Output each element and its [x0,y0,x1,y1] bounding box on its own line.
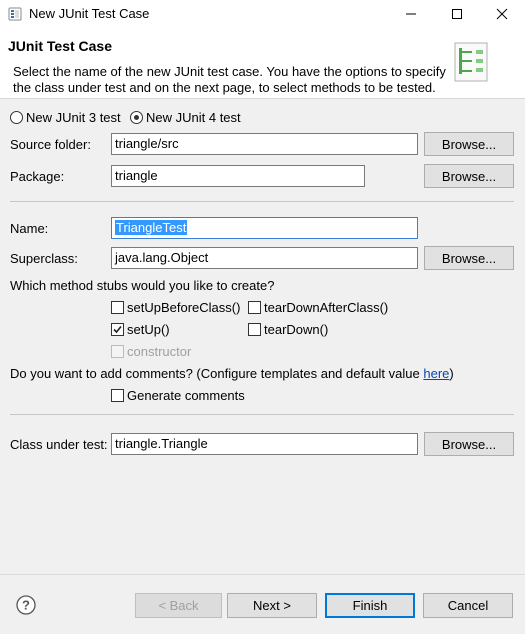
constructor-label: constructor [127,344,192,359]
name-input-selected-text: TriangleTest [115,220,188,235]
teardown-checkbox[interactable] [248,323,261,336]
class-under-test-browse-button[interactable]: Browse... [424,432,514,456]
setupbeforeclass-checkbox[interactable] [111,301,124,314]
close-window-button[interactable] [479,0,525,28]
next-button[interactable]: Next > [227,593,317,618]
comments-question: Do you want to add comments? (Configure … [10,366,454,381]
teardownafterclass-label: tearDownAfterClass() [264,300,389,315]
method-stubs-question: Which method stubs would you like to cre… [10,278,275,293]
name-label: Name: [10,221,49,236]
source-folder-input[interactable]: triangle/src [111,133,418,155]
wizard-description: Select the name of the new JUnit test ca… [13,64,446,95]
maximize-icon [452,9,462,19]
teardownafterclass-checkbox[interactable] [248,301,261,314]
generate-comments-checkbox[interactable] [111,389,124,402]
name-input[interactable]: TriangleTest [111,217,418,239]
constructor-checkbox [111,345,124,358]
package-label: Package: [10,169,65,184]
junit-test-case-icon [454,42,488,82]
junit4-label: New JUnit 4 test [146,110,241,125]
minimize-icon [406,13,416,15]
comments-question-end: ) [449,366,454,381]
package-input[interactable]: triangle [111,165,365,187]
setup-label: setUp() [127,322,170,337]
separator [10,414,514,415]
window-title: New JUnit Test Case [29,6,150,21]
superclass-input[interactable]: java.lang.Object [111,247,418,269]
maximize-button[interactable] [434,0,480,28]
wizard-header: JUnit Test Case Select the name of the n… [0,28,525,99]
junit3-radio[interactable] [10,111,23,124]
checkmark-icon [113,325,122,334]
help-icon[interactable]: ? [16,595,36,615]
teardown-label: tearDown() [264,322,329,337]
minimize-button[interactable] [388,0,434,28]
generate-comments-label: Generate comments [127,388,245,403]
class-under-test-label: Class under test: [10,437,108,452]
source-folder-browse-button[interactable]: Browse... [424,132,514,156]
superclass-label: Superclass: [10,251,78,266]
finish-button[interactable]: Finish [325,593,415,618]
setupbeforeclass-label: setUpBeforeClass() [127,300,241,315]
setup-checkbox[interactable] [111,323,124,336]
svg-text:?: ? [22,598,30,613]
back-button[interactable]: < Back [135,593,222,618]
source-folder-label: Source folder: [10,137,91,152]
comments-question-text: Do you want to add comments? (Configure … [10,366,424,381]
footer-separator [0,574,525,575]
wizard-title: JUnit Test Case [8,38,112,54]
package-browse-button[interactable]: Browse... [424,164,514,188]
radio-selected-dot [134,115,139,120]
junit3-label: New JUnit 3 test [26,110,121,125]
junit4-radio[interactable] [130,111,143,124]
cancel-button[interactable]: Cancel [423,593,513,618]
class-under-test-input[interactable]: triangle.Triangle [111,433,418,455]
separator [10,201,514,202]
window-titlebar: New JUnit Test Case [0,0,525,28]
eclipse-app-icon [8,7,22,21]
configure-templates-link[interactable]: here [423,366,449,381]
superclass-browse-button[interactable]: Browse... [424,246,514,270]
close-icon [496,8,508,20]
